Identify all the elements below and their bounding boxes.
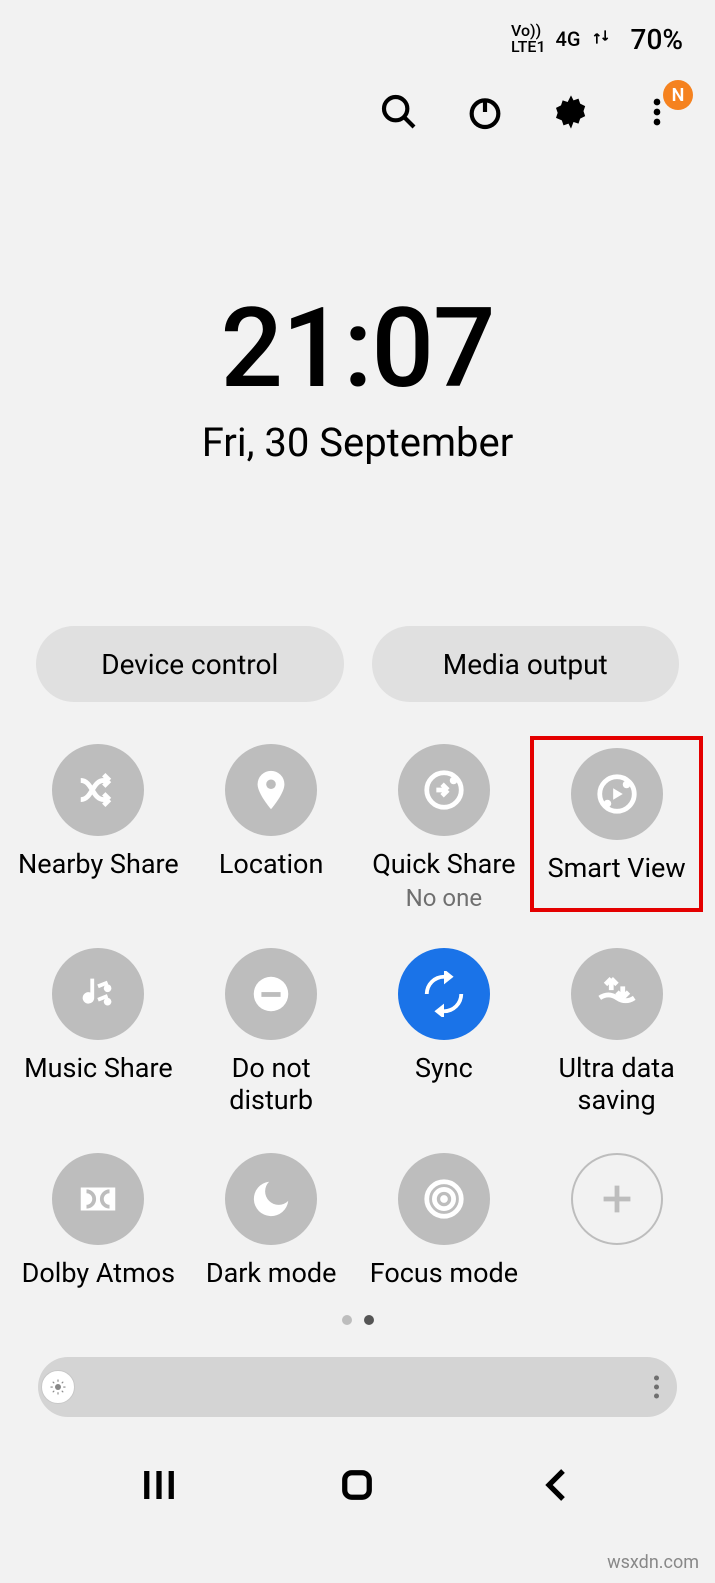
tile-label: Ultra data saving [534, 1052, 699, 1117]
dolby-icon [52, 1153, 144, 1245]
tile-label: Dolby Atmos [22, 1257, 175, 1291]
recents-icon [138, 1464, 180, 1506]
network-indicator: 4G [556, 27, 581, 51]
pill-row: Device control Media output [0, 626, 715, 702]
clock-date: Fri, 30 September [0, 419, 715, 466]
tile-label: Nearby Share [18, 848, 179, 882]
tile-label: Smart View [548, 852, 686, 886]
device-control-button[interactable]: Device control [36, 626, 344, 702]
home-button[interactable] [327, 1455, 387, 1515]
tile-music-share[interactable]: Music Share [12, 940, 185, 1117]
navigation-bar [0, 1455, 715, 1515]
add-icon [571, 1153, 663, 1245]
quick-settings-grid: Nearby Share Location Quick ShareNo one Sma… [0, 736, 715, 1291]
power-button[interactable] [463, 90, 507, 134]
tile-nearby-share[interactable]: Nearby Share [12, 736, 185, 912]
page-dot[interactable] [364, 1315, 374, 1325]
media-output-button[interactable]: Media output [372, 626, 680, 702]
tile-smart-view[interactable]: Smart View [530, 736, 703, 912]
page-dot[interactable] [342, 1315, 352, 1325]
dark-mode-icon [225, 1153, 317, 1245]
tile-dark-mode[interactable]: Dark mode [185, 1145, 358, 1291]
tile-sublabel: No one [406, 884, 482, 912]
battery-percent: 70% [631, 23, 683, 56]
nearby-share-icon [52, 744, 144, 836]
sun-icon [49, 1378, 67, 1396]
tile-dolby[interactable]: Dolby Atmos [12, 1145, 185, 1291]
tile-sync[interactable]: Sync [358, 940, 531, 1117]
tile-add[interactable] [530, 1145, 703, 1291]
quick-share-icon [398, 744, 490, 836]
back-icon [535, 1464, 577, 1506]
back-button[interactable] [526, 1455, 586, 1515]
tile-label: Dark mode [206, 1257, 337, 1291]
brightness-slider[interactable] [38, 1357, 677, 1417]
brightness-thumb[interactable] [41, 1370, 75, 1404]
status-bar: Vo)) LTE1 4G 70% [0, 0, 715, 60]
tile-label: Focus mode [370, 1257, 518, 1291]
gear-icon [551, 92, 591, 132]
data-arrows-icon [591, 24, 611, 54]
power-icon [465, 92, 505, 132]
tile-focus-mode[interactable]: Focus mode [358, 1145, 531, 1291]
ultra-data-icon [571, 948, 663, 1040]
tile-quick-share[interactable]: Quick ShareNo one [358, 736, 531, 912]
brightness-slider-wrap [0, 1357, 715, 1417]
action-bar: N [0, 60, 715, 134]
notification-badge: N [663, 80, 693, 110]
dnd-icon [225, 948, 317, 1040]
recents-button[interactable] [129, 1455, 189, 1515]
search-button[interactable] [377, 90, 421, 134]
tile-label: Sync [415, 1052, 473, 1086]
tile-location[interactable]: Location [185, 736, 358, 912]
more-button[interactable]: N [635, 90, 679, 134]
tile-label: Music Share [24, 1052, 173, 1086]
search-icon [379, 92, 419, 132]
watermark: wsxdn.com [607, 1552, 699, 1573]
smart-view-icon [571, 748, 663, 840]
settings-button[interactable] [549, 90, 593, 134]
home-icon [336, 1464, 378, 1506]
brightness-more-button[interactable] [654, 1375, 659, 1398]
tile-dnd[interactable]: Do not disturb [185, 940, 358, 1117]
volte-indicator: Vo)) LTE1 [511, 23, 546, 55]
page-indicator [0, 1315, 715, 1325]
tile-label: Quick Share [372, 848, 515, 882]
clock-area: 21:07 Fri, 30 September [0, 284, 715, 466]
clock-time: 21:07 [0, 284, 715, 413]
tile-ultra-data[interactable]: Ultra data saving [530, 940, 703, 1117]
tile-label: Location [219, 848, 323, 882]
sync-icon [398, 948, 490, 1040]
location-icon [225, 744, 317, 836]
tile-label: Do not disturb [189, 1052, 354, 1117]
music-share-icon [52, 948, 144, 1040]
focus-mode-icon [398, 1153, 490, 1245]
